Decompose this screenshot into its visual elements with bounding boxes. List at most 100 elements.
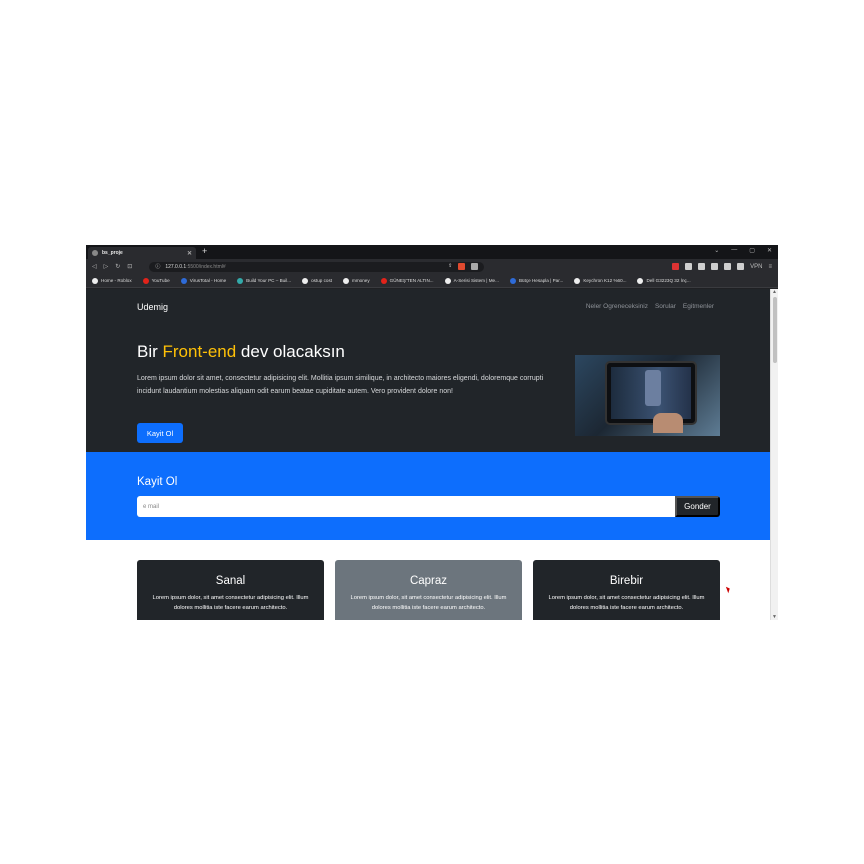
- extension-icon[interactable]: [698, 263, 706, 270]
- bookmark-item[interactable]: ostup cost: [302, 277, 333, 284]
- forward-icon[interactable]: ▷: [104, 263, 109, 270]
- menu-icon[interactable]: ≡: [768, 264, 772, 270]
- card-sanal: Sanal Lorem ipsum dolor, sit amet consec…: [137, 560, 324, 620]
- card-title: Capraz: [409, 575, 448, 587]
- nav-link-egitmenler[interactable]: Egitmenler: [683, 303, 714, 310]
- card-capraz: Capraz Lorem ipsum dolor, sit amet conse…: [335, 560, 522, 620]
- tab-title: bs_proje: [102, 250, 123, 256]
- bookmark-label: Keychron K12 %60...: [583, 278, 627, 283]
- nav-link-neler[interactable]: Neler Ogreneceksiniz: [586, 303, 648, 310]
- bookmark-favicon-icon: [180, 277, 187, 284]
- address-toolbar: ◁ ▷ ↻ ⊡ ⓘ 127.0.0.1:5500/index.html# ⇪ V…: [86, 259, 778, 274]
- hero-title-start: Bir: [137, 342, 163, 361]
- page-viewport: Udemig Neler Ogreneceksiniz Sorular Egit…: [86, 289, 778, 620]
- send-button[interactable]: Gonder: [675, 496, 720, 517]
- nav-link-sorular[interactable]: Sorular: [655, 303, 676, 310]
- card-title: Birebir: [609, 575, 644, 587]
- close-tab-icon[interactable]: ✕: [187, 250, 192, 257]
- card-text: Lorem ipsum dolor, sit amet consectetur …: [152, 595, 309, 611]
- bookmark-label: YouTube: [151, 278, 170, 283]
- bookmark-label: A-Serisi Sistem | Me...: [453, 278, 499, 283]
- bookmark-item[interactable]: YouTube: [142, 277, 170, 284]
- vpn-button[interactable]: VPN: [750, 264, 762, 270]
- bookmark-item[interactable]: Bütçe Hesapla | Par...: [509, 277, 564, 284]
- back-icon[interactable]: ◁: [92, 263, 97, 270]
- bookmark-favicon-icon: [444, 277, 451, 284]
- bookmark-label: ostup cost: [311, 278, 333, 283]
- brave-shield-icon[interactable]: [458, 263, 466, 270]
- bookmark-favicon-icon: [509, 277, 516, 284]
- bookmark-favicon-icon: [92, 277, 98, 284]
- bookmark-item[interactable]: Build Your PC – Buil...: [237, 277, 292, 284]
- card-text: Lorem ipsum dolor, sit amet consectetur …: [548, 595, 705, 611]
- bookmark-favicon-icon: [302, 277, 309, 284]
- card-text: Lorem ipsum dolor, sit amet consectetur …: [350, 595, 507, 611]
- wallet-icon[interactable]: [737, 263, 745, 270]
- address-bar[interactable]: ⓘ 127.0.0.1:5500/index.html# ⇪: [149, 261, 485, 272]
- brand-link[interactable]: Udemig: [137, 302, 168, 312]
- bookmark-item[interactable]: Dell G3223Q 32 İnç...: [637, 277, 691, 284]
- bookmark-label: Home - Roblox: [101, 278, 132, 283]
- bookmark-label: GÜNEŞ'TEN ALTIN...: [389, 278, 434, 283]
- bookmark-icon[interactable]: ⊡: [127, 263, 132, 270]
- top-nav: Neler Ogreneceksiniz Sorular Egitmenler: [586, 303, 714, 310]
- tab-search-icon[interactable]: ⌄: [714, 247, 719, 254]
- bookmarks-bar: Home - Roblox YouTube VirusTotal - Home Bui…: [86, 274, 778, 288]
- scroll-up-icon[interactable]: ▲: [772, 289, 777, 295]
- close-window-icon[interactable]: ✕: [767, 247, 772, 254]
- browser-window: bs_proje ✕ + ⌄ — ▢ ✕ ◁ ▷ ↻ ⊡ ⓘ 127.0.0.1…: [86, 245, 778, 620]
- signup-title: Kayit Ol: [137, 476, 178, 488]
- bookmark-label: Build Your PC – Buil...: [246, 278, 292, 283]
- bookmark-favicon-icon: [142, 277, 149, 284]
- hero-signup-button[interactable]: Kayit Ol: [137, 423, 183, 443]
- url-host: 127.0.0.1: [165, 263, 187, 270]
- bookmark-item[interactable]: VirusTotal - Home: [180, 277, 227, 284]
- bookmark-label: mmoney: [352, 278, 370, 283]
- scroll-down-icon[interactable]: ▼: [772, 614, 777, 620]
- scrollbar-thumb[interactable]: [773, 297, 777, 363]
- site-info-icon[interactable]: ⓘ: [155, 263, 160, 270]
- hero-title: Bir Front-end dev olacaksın: [137, 342, 345, 362]
- hero-text: Lorem ipsum dolor sit amet, consectetur …: [137, 375, 544, 395]
- extensions-area: VPN ≡: [672, 263, 772, 270]
- website: Udemig Neler Ogreneceksiniz Sorular Egit…: [86, 289, 770, 620]
- bookmark-label: VirusTotal - Home: [189, 278, 227, 283]
- hero-image: [575, 355, 720, 436]
- bookmark-label: Dell G3223Q 32 İnç...: [646, 278, 691, 283]
- sidebar-icon[interactable]: [724, 263, 732, 270]
- hero-title-end: dev olacaksın: [236, 342, 345, 361]
- hand-illustration: [653, 413, 683, 433]
- hero-section: Udemig Neler Ogreneceksiniz Sorular Egit…: [86, 289, 770, 452]
- maximize-icon[interactable]: ▢: [749, 247, 755, 254]
- new-tab-button[interactable]: +: [202, 246, 207, 256]
- bookmark-item[interactable]: Home - Roblox: [92, 277, 132, 284]
- cards-section: Sanal Lorem ipsum dolor, sit amet consec…: [86, 540, 770, 620]
- bookmark-label: Bütçe Hesapla | Par...: [518, 278, 564, 283]
- window-controls: ⌄ — ▢ ✕: [714, 247, 772, 254]
- rewards-icon[interactable]: [471, 263, 479, 270]
- bookmark-favicon-icon: [343, 277, 350, 284]
- hero-title-highlight: Front-end: [162, 342, 237, 361]
- bookmark-favicon-icon: [237, 277, 244, 284]
- extension-icon[interactable]: [711, 263, 719, 270]
- bookmark-item[interactable]: GÜNEŞ'TEN ALTIN...: [380, 277, 434, 284]
- minimize-icon[interactable]: —: [731, 247, 737, 254]
- url-path: :5500/index.html#: [186, 263, 226, 270]
- extension-icon[interactable]: [685, 263, 693, 270]
- bookmark-item[interactable]: A-Serisi Sistem | Me...: [444, 277, 499, 284]
- extension-icon[interactable]: [672, 263, 680, 270]
- globe-icon: [92, 250, 98, 256]
- tab-strip: bs_proje ✕ + ⌄ — ▢ ✕: [86, 245, 778, 259]
- reload-icon[interactable]: ↻: [115, 263, 120, 270]
- email-input[interactable]: e mail: [137, 496, 676, 517]
- bookmark-item[interactable]: Keychron K12 %60...: [574, 277, 627, 284]
- share-icon[interactable]: ⇪: [448, 263, 452, 270]
- scrollbar[interactable]: ▲ ▼: [770, 289, 778, 620]
- signup-section: Kayit Ol e mail Gonder: [86, 452, 770, 540]
- tablet-illustration: [605, 361, 697, 425]
- bookmark-item[interactable]: mmoney: [343, 277, 370, 284]
- card-birebir: Birebir Lorem ipsum dolor, sit amet cons…: [533, 560, 720, 620]
- bookmark-favicon-icon: [574, 277, 581, 284]
- card-title: Sanal: [215, 575, 246, 587]
- tab-bs-proje[interactable]: bs_proje ✕: [88, 247, 196, 259]
